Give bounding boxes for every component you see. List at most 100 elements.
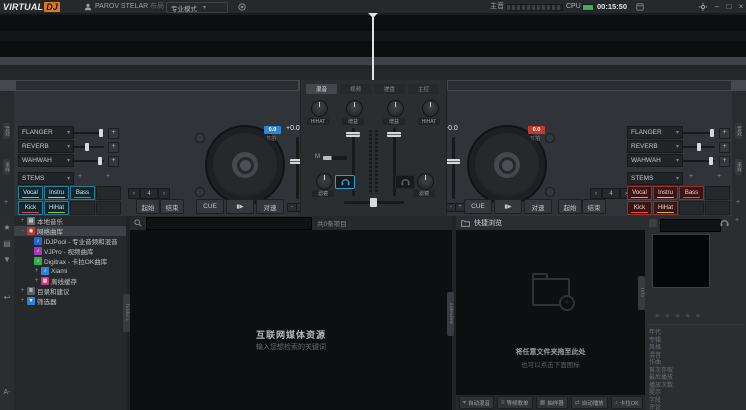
channel-b-fader-handle[interactable] [387,132,401,137]
tree-item-online-library[interactable]: - ◉ 网络曲库 [14,226,126,236]
deck-b-stems-select[interactable]: STEMS▾ [627,172,683,185]
deck-a-fx1-slider[interactable] [72,132,104,134]
history-back-icon[interactable]: ↩ [4,294,11,302]
slider-handle[interactable] [709,157,713,165]
deck-a-loop-length[interactable]: 4 [140,188,158,199]
deck-a-fx2-select[interactable]: REVERB▾ [18,140,74,153]
deck-b-fx2-add[interactable]: + [719,142,730,153]
deck-b-sampler-tab[interactable]: 采样 [735,159,742,175]
deck-a-stem-empty[interactable] [96,186,121,200]
slider-handle[interactable] [85,143,89,151]
deck-b-fx-tab[interactable]: 音效 [735,123,742,139]
deck-a-stem-hihat[interactable]: HiHat [44,201,69,215]
deck-a-stems-select[interactable]: STEMS▾ [18,172,74,185]
mixer-hihat-knob-a[interactable] [311,100,328,117]
deck-b-stem-hihat[interactable]: HiHat [653,201,678,215]
minimize-button[interactable]: – [711,0,723,13]
deck-a-fx2-add[interactable]: + [108,142,119,153]
mixer-filter-knob-b[interactable] [417,173,434,190]
deck-a-fx3-add[interactable]: + [108,156,119,167]
toolbar-autoplay-button[interactable]: ⇄ 自动播放 [571,396,608,409]
channel-a-fader-handle[interactable] [346,132,360,137]
slider-handle[interactable] [98,157,102,165]
deck-a-stem-empty[interactable] [70,201,95,215]
font-zoom-button[interactable]: A- [4,389,11,396]
info-collapse-tab[interactable]: Info [638,276,645,310]
deck-b-cue-button[interactable]: CUE [464,199,492,214]
deck-a-stem-vocal[interactable]: Vocal [18,186,43,200]
slider-handle[interactable] [99,129,103,137]
deck-a-bpm-badge[interactable]: 0.0 [264,126,281,134]
deck-a-sampler-tab[interactable]: 采样 [3,159,10,175]
search-input[interactable] [146,217,312,230]
mixer-tab-scratch[interactable]: 搓盘 [374,84,405,94]
close-button[interactable]: × [735,0,746,13]
tree-item-lists-suggestions[interactable]: + ≣ 目录和建议 [14,286,126,296]
deck-b-bpm-badge[interactable]: 0.0 [528,126,545,134]
deck-a-stem-instru[interactable]: Instru [44,186,69,200]
pfl-headphone-a-button[interactable] [335,175,355,189]
deck-b-fx2-select[interactable]: REVERB▾ [627,140,683,153]
deck-b-stem-empty[interactable] [705,201,730,215]
tree-item-offline-cache[interactable]: + ▦ 离线缓存 [14,276,126,286]
deck-b-fx3-select[interactable]: WAHWAH▾ [627,154,683,167]
deck-b-jog-mode-button2[interactable] [545,187,555,197]
deck-b-loop-in-button[interactable]: 起始 [558,199,582,214]
quick-browse-panel[interactable]: 快捷浏览 + 将任意文件夹拖至此处 也可以点击下面图标 [456,216,645,410]
deck-a-fx1-select[interactable]: FLANGER▾ [18,126,74,139]
deck-a-jog-mode-button[interactable] [195,133,205,143]
deck-a-loop-in-button[interactable]: 起始 [136,199,160,214]
calendar-icon[interactable] [636,3,644,11]
filter-icon[interactable]: ▼ [3,256,11,264]
deck-a-fx3-slider[interactable] [72,160,104,162]
deck-b-loop-out-button[interactable]: 结束 [582,199,606,214]
deck-a-fx1-add[interactable]: + [108,128,119,139]
deck-a-fx3-select[interactable]: WAHWAH▾ [18,154,74,167]
deck-b-fx1-slider[interactable] [683,132,715,134]
toolbar-karaoke-button[interactable]: ♪ 卡拉OK [611,396,643,409]
deck-b-stem-instru[interactable]: Instru [653,186,678,200]
deck-b-play-button[interactable]: ▮▶ [494,199,522,214]
deck-b-fx1-add[interactable]: + [719,128,730,139]
deck-b-stem-bass[interactable]: Bass [679,186,704,200]
tree-item-filters[interactable]: + ▼ 筛选器 [14,296,126,306]
folders-collapse-tab[interactable]: folders [123,294,130,332]
deck-b-sync-button[interactable]: 对速 [524,199,552,214]
expander[interactable]: + [20,218,25,224]
mixer-gain-knob-a[interactable] [346,100,363,117]
deck-a-cue-button[interactable]: CUE [196,199,224,214]
folders-view-icon[interactable]: ▤ [3,240,11,248]
deck-a-fx-tab[interactable]: 音效 [3,123,10,139]
deck-b-loop-length[interactable]: 4 [602,188,620,199]
record-icon[interactable] [238,3,246,11]
toolbar-automix-button[interactable]: ▾ 自动混音 [459,396,494,409]
crossfader-handle[interactable] [370,198,377,207]
tree-item-idjpool[interactable]: ♪ iDJPool - 专业音频和混音 [14,236,126,246]
deck-b-fx3-slider[interactable] [683,160,715,162]
deck-a-stems-plus2[interactable]: + [106,173,110,180]
deck-b-stem-empty[interactable] [679,201,704,215]
deck-a-stem-kick[interactable]: Kick [18,201,43,215]
plus-icon[interactable]: + [735,217,739,224]
deck-a-fx2-slider[interactable] [72,146,104,148]
sideview-collapse-tab[interactable]: sideview [447,292,454,336]
tree-item-local-music[interactable]: + ▤ 本地音乐 [14,216,126,226]
mixer-gain-knob-b[interactable] [387,100,404,117]
deck-a-loop-double[interactable]: › [158,188,170,199]
tree-item-vjpro[interactable]: ♪ VJPro - 视频曲库 [14,246,126,256]
username[interactable]: PAROV STELAR [95,0,148,13]
file-list-area[interactable]: 互联网媒体资源 输入您想检索的关键词 [130,216,452,410]
deck-b-stem-kick[interactable]: Kick [627,201,652,215]
deck-a-loop-halve[interactable]: ‹ [128,188,140,199]
maximize-button[interactable]: □ [723,0,735,13]
toolbar-sidelist-button[interactable]: ≡ 等候歌单 [497,396,533,409]
deck-b-stems-plus1[interactable]: + [689,173,693,180]
deck-a-stem-bass[interactable]: Bass [70,186,95,200]
headphone-icon[interactable] [720,219,729,227]
deck-b-add-panel-button[interactable]: + [736,199,740,206]
info-search-input[interactable] [660,219,721,232]
deck-a-play-button[interactable]: ▮▶ [226,199,254,214]
deck-b-stem-empty[interactable] [705,186,730,200]
mixer-hihat-knob-b[interactable] [422,100,439,117]
grid-view-icon[interactable] [649,219,657,227]
